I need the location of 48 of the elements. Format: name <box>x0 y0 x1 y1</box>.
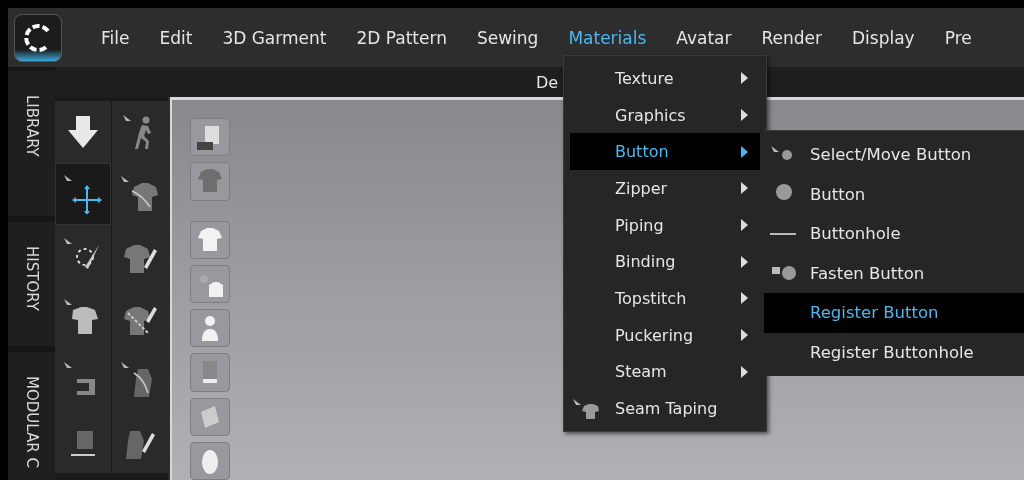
submenu-arrow-icon <box>741 365 748 378</box>
menu-entry[interactable]: Piping <box>570 206 760 244</box>
tool-button[interactable] <box>112 411 168 473</box>
menu-entry[interactable]: Select/Move Button <box>764 135 1024 175</box>
app-logo-icon[interactable] <box>14 13 62 62</box>
side-tab[interactable]: HISTORY <box>8 222 55 347</box>
menu-item[interactable]: Render <box>746 27 837 48</box>
menu-entry[interactable]: Topstitch <box>570 280 760 317</box>
menu-entry[interactable]: Graphics <box>570 96 760 134</box>
menu-entry[interactable]: Fasten Button <box>764 253 1024 293</box>
menu-entry[interactable]: Button <box>570 133 760 171</box>
submenu-arrow-icon <box>741 109 748 122</box>
submenu-arrow-icon <box>741 145 748 158</box>
window-title: De <box>536 72 559 92</box>
menu-entry[interactable]: Buttonhole <box>764 214 1024 254</box>
menu-item[interactable]: File <box>86 27 145 48</box>
shirt-cursor-icon <box>572 397 600 420</box>
menu-entry[interactable]: Zipper <box>570 170 760 207</box>
menu-entry[interactable]: Steam <box>570 353 760 391</box>
shirt-curve-icon[interactable] <box>120 175 160 213</box>
menu-item[interactable]: Edit <box>144 27 208 48</box>
move-icon[interactable] <box>63 174 103 214</box>
menu-entry[interactable]: Register Button <box>764 293 1024 333</box>
submenu-arrow-icon <box>741 329 748 342</box>
menu-item[interactable]: Sewing <box>461 27 554 48</box>
menu-entry[interactable]: Register Buttonhole <box>764 332 1024 372</box>
menu-entry[interactable]: Texture <box>570 60 760 97</box>
menu-entry[interactable]: Binding <box>570 243 760 281</box>
tool-button[interactable] <box>55 225 111 287</box>
down-arrow-icon[interactable] <box>66 114 100 150</box>
menu-entry[interactable]: Puckering <box>570 316 760 354</box>
submenu-arrow-icon <box>741 182 748 195</box>
side-tab[interactable]: MODULAR C <box>8 352 55 480</box>
menu-item[interactable]: Pre <box>929 27 987 48</box>
menu-entry[interactable]: Seam Taping <box>570 390 760 427</box>
menu-item[interactable]: 2D Pattern <box>341 27 462 48</box>
submenu-arrow-icon <box>741 219 748 232</box>
submenu-arrow-icon <box>741 72 748 85</box>
menu-entry[interactable]: Button <box>764 174 1024 214</box>
menu-item[interactable]: Display <box>837 27 930 48</box>
side-tab[interactable]: LIBRARY <box>8 71 55 217</box>
menu-item[interactable]: Avatar <box>661 27 747 48</box>
submenu-arrow-icon <box>741 255 748 268</box>
menu-item[interactable]: Materials <box>553 27 662 48</box>
menu-item[interactable]: 3D Garment <box>207 27 342 48</box>
tool-button[interactable] <box>55 101 111 163</box>
submenu-arrow-icon <box>741 292 748 305</box>
tool-button[interactable] <box>55 163 111 225</box>
